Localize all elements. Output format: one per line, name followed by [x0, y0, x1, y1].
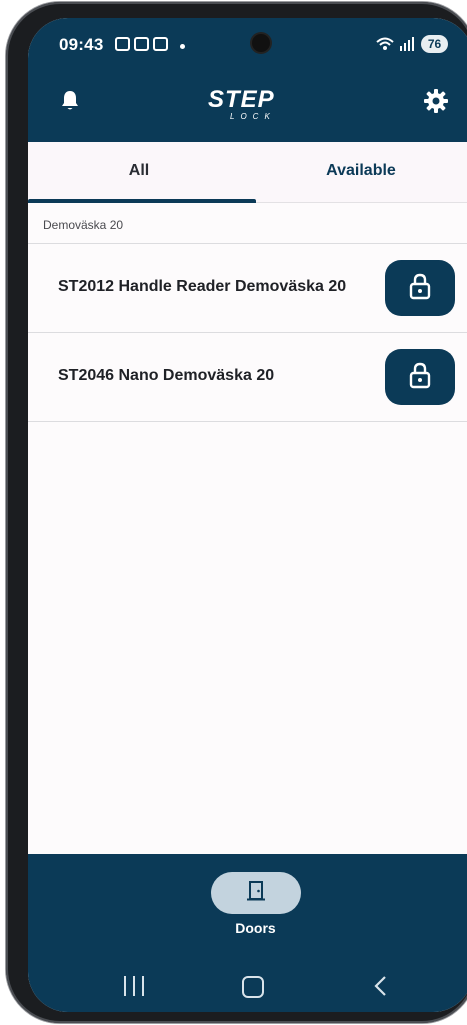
nav-doors-button[interactable]	[211, 872, 301, 914]
section-header: Demoväska 20	[28, 203, 467, 244]
lock-open-icon	[408, 272, 432, 305]
door-name: ST2012 Handle Reader Demoväska 20	[58, 278, 347, 295]
more-notifications-dot	[180, 44, 185, 49]
notification-icon	[115, 37, 130, 51]
notification-icon	[153, 37, 168, 51]
phone-frame: 09:43 76 STEP LOCK All Available Demoväs…	[6, 2, 467, 1023]
list-item[interactable]: ST2046 Nano Demoväska 20	[28, 333, 467, 422]
status-time: 09:43	[59, 35, 104, 54]
screen: 09:43 76 STEP LOCK All Available Demoväs…	[28, 18, 467, 1012]
lock-open-icon	[408, 361, 432, 394]
unlock-button[interactable]	[385, 349, 455, 405]
tab-available[interactable]: Available	[250, 142, 467, 202]
top-app-bar: 09:43 76 STEP LOCK	[28, 18, 467, 142]
section-title: Demoväska 20	[43, 218, 124, 232]
wifi-signal-icon	[375, 36, 415, 56]
gear-icon[interactable]	[423, 88, 449, 114]
back-icon[interactable]	[370, 974, 392, 998]
recent-apps-icon[interactable]	[124, 976, 144, 996]
door-name: ST2046 Nano Demoväska 20	[58, 367, 275, 384]
home-icon[interactable]	[242, 976, 264, 998]
door-icon	[246, 880, 266, 907]
steplock-logo: STEP LOCK	[208, 86, 298, 126]
notification-icon	[134, 37, 149, 51]
logo-wordmark: STEP	[208, 86, 275, 113]
tab-all[interactable]: All	[28, 142, 250, 202]
battery-indicator: 76	[421, 35, 448, 53]
logo-subtext: LOCK	[230, 112, 276, 121]
bottom-navigation: Doors	[28, 854, 467, 1012]
list-item[interactable]: ST2012 Handle Reader Demoväska 20	[28, 244, 467, 333]
notification-icons	[115, 37, 168, 51]
nav-doors-label[interactable]: Doors	[28, 920, 467, 936]
front-camera	[252, 34, 270, 52]
unlock-button[interactable]	[385, 260, 455, 316]
system-navigation-bar	[28, 962, 467, 1012]
tab-bar: All Available	[28, 142, 467, 203]
bell-icon[interactable]	[58, 88, 82, 112]
